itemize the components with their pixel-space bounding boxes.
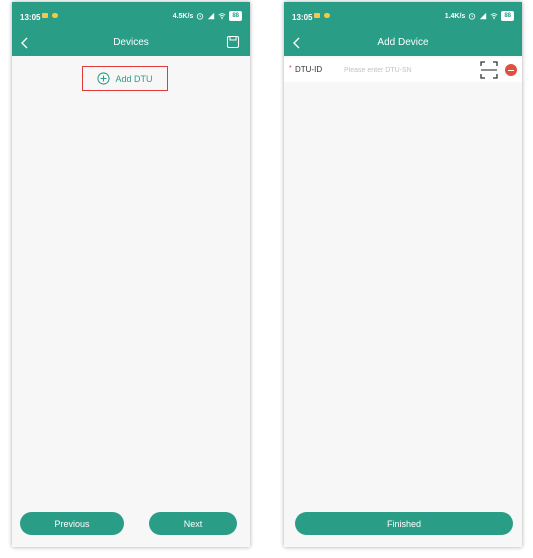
devices-screen: 13:05 4.5K/s 88 Devices Add DTU Previous… [12, 2, 250, 547]
status-bar: 13:05 4.5K/s 88 [12, 2, 250, 30]
finished-button[interactable]: Finished [295, 512, 513, 535]
nav-bar: Add Device [284, 30, 522, 56]
signal-icon [208, 12, 215, 20]
previous-button[interactable]: Previous [20, 512, 124, 535]
dtu-id-label: DTU-ID [295, 65, 323, 74]
plus-circle-icon [97, 72, 111, 85]
network-speed: 1.4K/s [444, 12, 466, 20]
status-bar: 13:05 1.4K/s 88 [284, 2, 522, 30]
nav-bar: Devices [12, 30, 250, 56]
signal-icon [480, 12, 487, 20]
status-time: 13:05 [292, 13, 313, 22]
scan-frame-icon[interactable] [479, 60, 499, 80]
dtu-id-input[interactable] [344, 64, 472, 76]
message-notification-icon [314, 13, 320, 18]
page-title: Add Device [377, 37, 429, 48]
wifi-icon [218, 13, 226, 20]
network-speed: 4.5K/s [172, 12, 194, 20]
cloud-notification-icon [52, 13, 58, 18]
status-time: 13:05 [20, 13, 41, 22]
add-dtu-label: Add DTU [115, 73, 153, 84]
status-right-group: 1.4K/s 88 [445, 11, 514, 21]
message-notification-icon [42, 13, 48, 18]
minus-circle-icon[interactable] [505, 64, 517, 76]
wifi-icon [490, 13, 498, 20]
battery-indicator: 88 [501, 11, 514, 21]
alarm-icon [197, 13, 204, 20]
add-device-screen: 13:05 1.4K/s 88 Add Device * DTU-ID Fini… [284, 2, 522, 547]
cloud-notification-icon [324, 13, 330, 18]
required-mark: * [289, 65, 292, 72]
next-button[interactable]: Next [149, 512, 237, 535]
page-title: Devices [113, 37, 149, 48]
status-right-group: 4.5K/s 88 [173, 11, 242, 21]
dtu-id-row: * DTU-ID [284, 58, 522, 82]
battery-indicator: 88 [229, 11, 242, 21]
alarm-icon [469, 13, 476, 20]
save-icon[interactable] [226, 35, 240, 49]
add-dtu-button[interactable]: Add DTU [82, 66, 168, 91]
